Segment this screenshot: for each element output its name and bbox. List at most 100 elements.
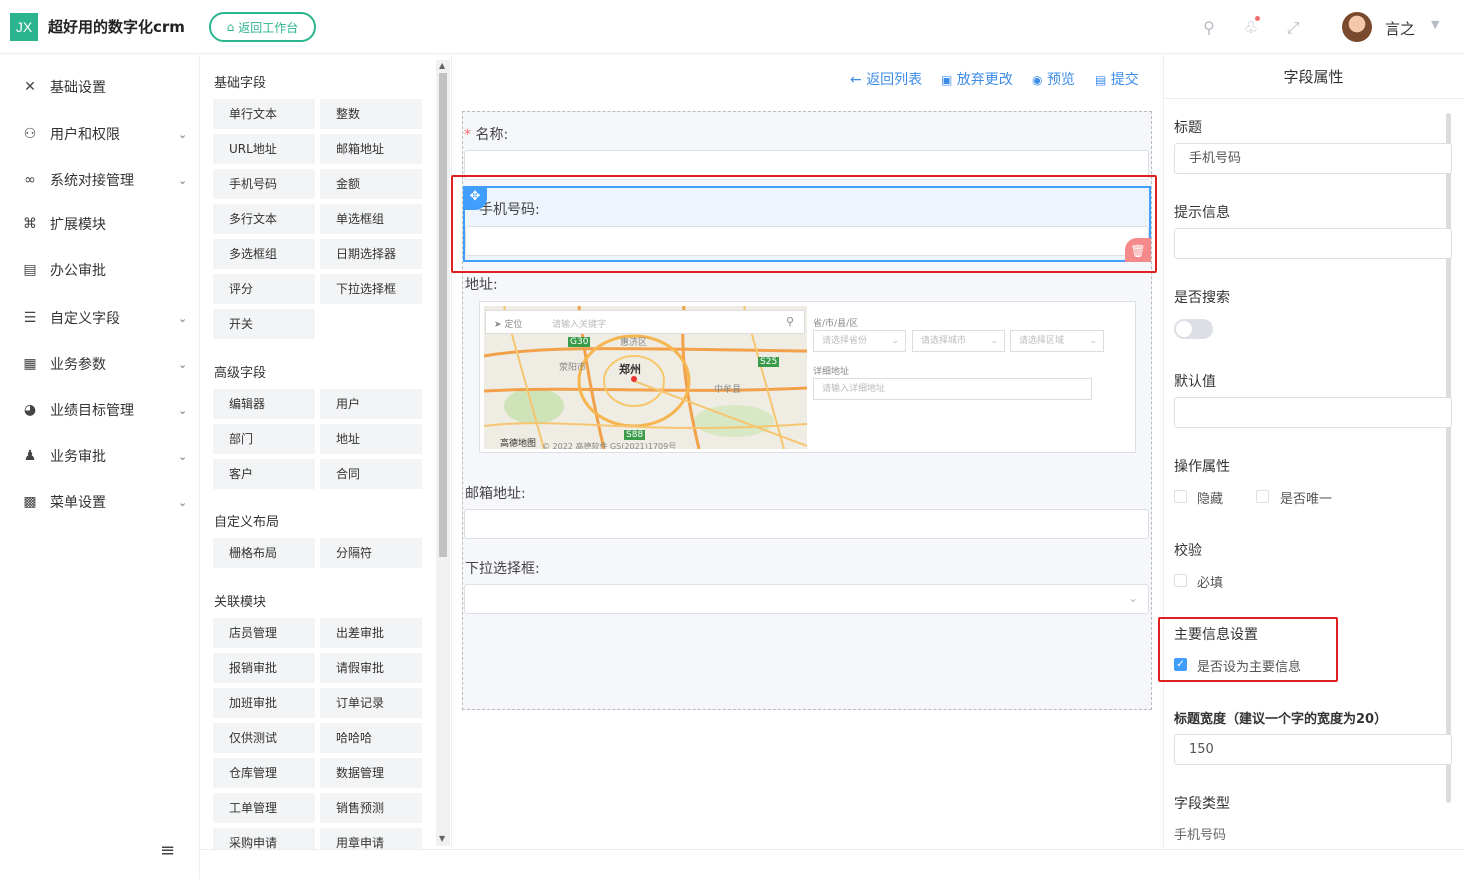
back-to-workbench-button[interactable]: ⌂ 返回工作台 [209,12,316,42]
palette-field-button[interactable]: 栅格布局 [213,538,315,568]
sidebar-item-label: 系统对接管理 [50,173,134,189]
command-icon: ⌘ [23,216,37,232]
scroll-up-icon[interactable]: ▲ [439,61,445,70]
palette-field-button[interactable]: 订单记录 [320,688,422,718]
palette-field-button[interactable]: 部门 [213,424,315,454]
dropdown-select[interactable]: ⌄ [464,584,1149,614]
palette-field-button[interactable]: 报销审批 [213,653,315,683]
sidebar-item-business-params[interactable]: ▦ 业务参数 ⌄ [0,346,200,382]
user-name[interactable]: 言之 [1385,18,1415,39]
palette-field-button[interactable]: 加班审批 [213,688,315,718]
default-prop-input[interactable] [1174,397,1452,428]
sidebar-item-custom-fields[interactable]: ☰ 自定义字段 ⌄ [0,300,200,336]
back-to-list-link[interactable]: ← 返回列表 [850,69,922,89]
palette-field-button[interactable]: URL地址 [213,134,315,164]
sidebar-item-basic-settings[interactable]: ✕ 基础设置 [0,69,200,105]
sidebar-item-label: 业务参数 [50,357,106,373]
palette-field-button[interactable]: 多行文本 [213,204,315,234]
palette-section-title: 关联模块 [214,595,267,610]
detail-address-input[interactable]: 请输入详细地址 [813,378,1092,400]
search-icon[interactable]: ⚲ [1199,18,1219,38]
palette-field-button[interactable]: 分隔符 [320,538,422,568]
title-prop-input[interactable]: 手机号码 [1174,143,1452,174]
map-search-input[interactable]: 请输入关键字 [552,317,606,330]
chevron-down-icon: ⌄ [990,336,998,346]
palette-field-button[interactable]: 销售预测 [320,793,422,823]
scroll-down-icon[interactable]: ▼ [439,834,445,843]
palette-field-button[interactable]: 采购申请 [213,828,315,849]
palette-field-button[interactable]: 仓库管理 [213,758,315,788]
palette-field-button[interactable]: 金额 [320,169,422,199]
caret-down-icon[interactable]: ▼ [1431,18,1439,31]
palette-field-button[interactable]: 工单管理 [213,793,315,823]
palette-field-button[interactable]: 单行文本 [213,99,315,129]
palette-field-button[interactable]: 合同 [320,459,422,489]
map-brand: 高德地图 [500,439,537,449]
map-city-label: 郑州 [619,363,641,376]
discard-changes-link[interactable]: ▣ 放弃更改 [941,69,1013,89]
province-select[interactable]: 请选择省份 ⌄ [813,330,906,352]
palette-field-button[interactable]: 整数 [320,99,422,129]
email-input[interactable] [464,509,1149,539]
palette-field-button[interactable]: 编辑器 [213,389,315,419]
palette-field-button[interactable]: 店员管理 [213,618,315,648]
sidebar-item-office-approval[interactable]: ▤ 办公审批 [0,252,200,288]
collapse-sidebar-icon[interactable]: ≡ [160,840,175,861]
district-select[interactable]: 请选择区域 ⌄ [1010,330,1104,352]
discard-label: 放弃更改 [956,72,1013,88]
palette-field-button[interactable]: 开关 [213,309,315,339]
sidebar-item-targets[interactable]: ◕ 业绩目标管理 ⌄ [0,392,200,428]
required-checkbox[interactable] [1174,574,1187,587]
sidebar-item-extensions[interactable]: ⌘ 扩展模块 [0,206,200,242]
searchable-toggle[interactable] [1174,319,1213,339]
palette-section-title: 自定义布局 [214,515,280,530]
hidden-checkbox[interactable] [1174,490,1187,503]
properties-scrollbar[interactable] [1446,113,1451,803]
bell-icon[interactable]: ♧ [1241,16,1261,38]
avatar[interactable] [1342,12,1372,42]
target-icon: ◕ [23,402,37,418]
palette-field-button[interactable]: 请假审批 [320,653,422,683]
palette-field-button[interactable]: 下拉选择框 [320,274,422,304]
home-icon: ⌂ [226,20,235,34]
name-field-label: * 名称: [464,124,508,144]
palette-field-button[interactable]: 哈哈哈 [320,723,422,753]
palette-field-button[interactable]: 日期选择器 [320,239,422,269]
sidebar-item-label: 业绩目标管理 [50,403,134,419]
searchable-prop-label: 是否搜索 [1174,290,1230,306]
palette-field-button[interactable]: 出差审批 [320,618,422,648]
palette-field-button[interactable]: 单选框组 [320,204,422,234]
sidebar-item-system-integration[interactable]: ∞ 系统对接管理 ⌄ [0,162,200,198]
hint-prop-input[interactable] [1174,228,1452,259]
search-icon[interactable]: ⚲ [786,315,794,328]
palette-field-button[interactable]: 邮箱地址 [320,134,422,164]
highlight-box [451,175,1157,273]
palette-field-button[interactable]: 用户 [320,389,422,419]
palette-field-button[interactable]: 仅供测试 [213,723,315,753]
title-width-input[interactable]: 150 [1174,734,1452,765]
sidebar-item-menu-settings[interactable]: ▩ 菜单设置 ⌄ [0,484,200,520]
name-field-label-text: 名称: [475,127,509,143]
submit-link[interactable]: ▤ 提交 [1095,69,1139,89]
sidebar-item-users-permissions[interactable]: ⚇ 用户和权限 ⌄ [0,116,200,152]
back-to-list-label: 返回列表 [866,72,923,88]
palette-scrollbar-thumb[interactable] [439,73,447,557]
grid-icon: ▦ [23,356,37,372]
palette-field-button[interactable]: 多选框组 [213,239,315,269]
preview-link[interactable]: ◉ 预览 [1032,69,1075,89]
app-title: 超好用的数字化crm [48,18,185,36]
unique-checkbox[interactable] [1256,490,1269,503]
city-select[interactable]: 请选择城市 ⌄ [912,330,1005,352]
palette-field-button[interactable]: 数据管理 [320,758,422,788]
fullscreen-icon[interactable]: ⤢ [1283,18,1303,38]
palette-field-button[interactable]: 评分 [213,274,315,304]
stamp-icon: ♟ [23,448,37,464]
app-logo[interactable]: JX [10,13,38,41]
map-place-label: 中牟县 [714,385,742,395]
palette-field-button[interactable]: 用章申请 [320,828,422,849]
sidebar-item-business-approval[interactable]: ♟ 业务审批 ⌄ [0,438,200,474]
locate-button[interactable]: ➤ 定位 [494,317,522,330]
palette-field-button[interactable]: 手机号码 [213,169,315,199]
palette-field-button[interactable]: 客户 [213,459,315,489]
palette-field-button[interactable]: 地址 [320,424,422,454]
